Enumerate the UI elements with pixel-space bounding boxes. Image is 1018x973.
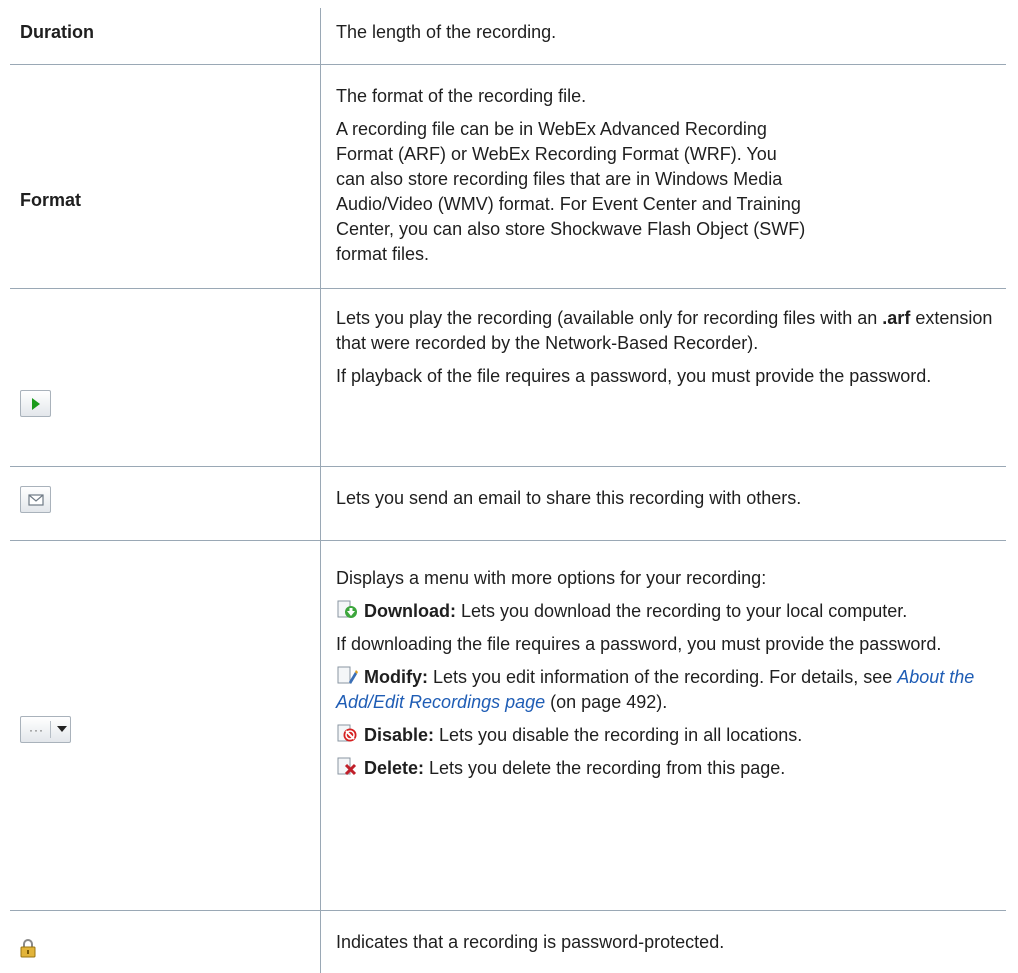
menu-item-modify: Modify: Lets you edit information of the… — [336, 666, 975, 712]
desc-format: The format of the recording file. A reco… — [336, 84, 806, 267]
row-divider — [10, 910, 1006, 911]
row-divider — [10, 64, 1006, 65]
ellipsis-icon: ··· — [29, 722, 44, 737]
envelope-icon — [27, 493, 44, 506]
delete-icon — [337, 757, 357, 776]
row-divider — [10, 540, 1006, 541]
desc-duration: The length of the recording. — [336, 22, 557, 42]
more-options-button[interactable]: ··· — [20, 716, 71, 743]
disable-icon — [337, 724, 357, 742]
play-icon — [31, 397, 40, 410]
desc-play: Lets you play the recording (available o… — [336, 306, 996, 389]
menu-item-download: Download: Lets you download the recordin… — [336, 599, 996, 624]
play-paragraph-1: Lets you play the recording (available o… — [336, 308, 993, 353]
format-paragraph-2: A recording file can be in WebEx Advance… — [336, 119, 806, 264]
desc-lock: Indicates that a recording is password-p… — [336, 932, 725, 952]
row-divider — [10, 466, 1006, 467]
download-note: If downloading the file requires a passw… — [336, 634, 942, 654]
play-paragraph-2: If playback of the file requires a passw… — [336, 366, 932, 386]
term-duration: Duration — [20, 22, 94, 42]
chevron-down-icon — [57, 726, 67, 732]
menu-item-delete: Delete: Lets you delete the recording fr… — [336, 756, 996, 781]
play-button[interactable] — [20, 390, 51, 417]
desc-more-options: Displays a menu with more options for yo… — [336, 566, 996, 781]
modify-icon — [337, 666, 358, 684]
menu-item-disable: Disable: Lets you disable the recording … — [336, 723, 996, 748]
desc-email: Lets you send an email to share this rec… — [336, 488, 802, 508]
email-button[interactable] — [20, 486, 51, 513]
download-icon — [337, 600, 357, 618]
more-intro: Displays a menu with more options for yo… — [336, 568, 767, 588]
row-divider — [10, 288, 1006, 289]
column-divider — [320, 8, 321, 973]
term-format: Format — [20, 190, 82, 210]
format-paragraph-1: The format of the recording file. — [336, 86, 587, 106]
button-separator — [50, 721, 51, 738]
lock-icon — [20, 939, 36, 958]
